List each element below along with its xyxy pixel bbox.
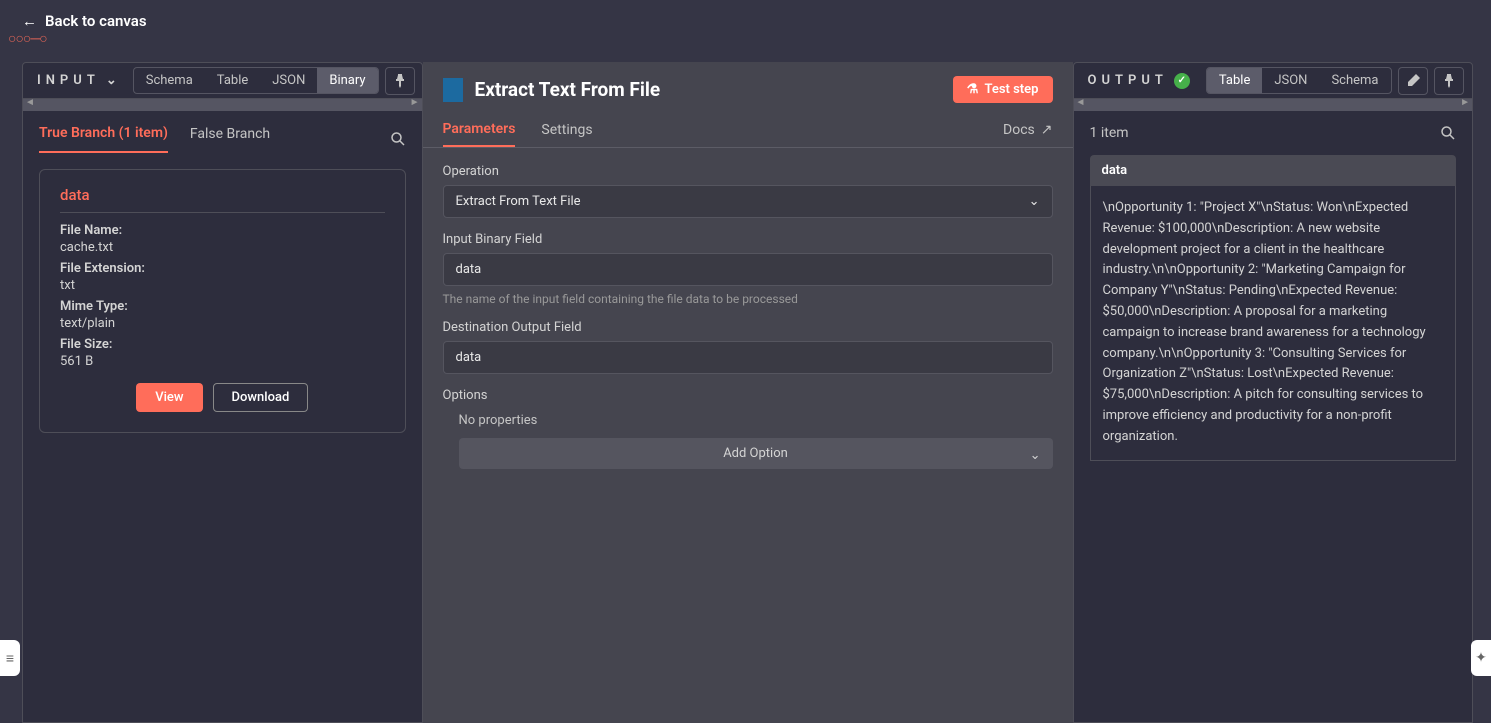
input-binary-field[interactable] xyxy=(443,253,1053,286)
input-binary-hint: The name of the input field containing t… xyxy=(443,292,1053,306)
edit-button[interactable] xyxy=(1398,67,1428,95)
test-step-button[interactable]: ⚗ Test step xyxy=(953,76,1053,103)
view-button[interactable]: View xyxy=(136,383,202,412)
operation-select[interactable]: Extract From Text File ⌄ xyxy=(443,185,1053,218)
false-branch-tab[interactable]: False Branch xyxy=(190,126,270,152)
tab-json[interactable]: JSON xyxy=(260,68,317,93)
no-properties-text: No properties xyxy=(459,413,1053,428)
output-label: OUTPUT ✓ xyxy=(1078,73,1200,89)
external-link-icon: ↗ xyxy=(1041,122,1053,138)
file-icon xyxy=(443,78,463,102)
tab-json-out[interactable]: JSON xyxy=(1262,68,1319,93)
chevron-down-icon: ⌄ xyxy=(1030,448,1041,463)
flask-icon: ⚗ xyxy=(967,82,979,97)
input-panel: INPUT ⌄ Schema Table JSON Binary True Br… xyxy=(22,62,423,723)
output-view-tabs: Table JSON Schema xyxy=(1206,67,1392,94)
chevron-down-icon: ⌄ xyxy=(1029,194,1040,209)
options-label: Options xyxy=(443,388,1053,403)
operation-label: Operation xyxy=(443,164,1053,179)
pin-icon xyxy=(394,74,406,88)
check-circle-icon: ✓ xyxy=(1174,73,1190,89)
right-drawer-toggle[interactable]: ✦ xyxy=(1471,640,1491,676)
add-option-button[interactable]: Add Option ⌄ xyxy=(459,438,1053,469)
tab-binary[interactable]: Binary xyxy=(317,68,377,93)
horizontal-scrollbar[interactable] xyxy=(23,99,422,111)
input-binary-label: Input Binary Field xyxy=(443,232,1053,247)
settings-tab[interactable]: Settings xyxy=(541,114,592,146)
input-view-tabs: Schema Table JSON Binary xyxy=(133,67,379,94)
app-logo-icon: ○○○─○ xyxy=(8,30,47,47)
output-value-cell[interactable]: \nOpportunity 1: "Project X"\nStatus: Wo… xyxy=(1090,186,1457,461)
node-title: Extract Text From File xyxy=(475,78,953,101)
horizontal-scrollbar[interactable] xyxy=(1074,99,1473,111)
back-to-canvas-link[interactable]: ← Back to canvas xyxy=(22,12,147,30)
chevron-down-icon: ⌄ xyxy=(106,73,117,88)
node-config-panel: Extract Text From File ⚗ Test step Param… xyxy=(423,62,1073,723)
pin-icon xyxy=(1443,74,1455,88)
input-label[interactable]: INPUT ⌄ xyxy=(27,73,127,88)
tab-schema-out[interactable]: Schema xyxy=(1319,68,1390,93)
output-panel: OUTPUT ✓ Table JSON Schema 1 item data \… xyxy=(1073,62,1474,723)
arrow-left-icon: ← xyxy=(22,12,37,30)
output-count: 1 item xyxy=(1090,125,1441,141)
tab-table-out[interactable]: Table xyxy=(1207,68,1262,93)
true-branch-tab[interactable]: True Branch (1 item) xyxy=(39,125,168,153)
docs-link[interactable]: Docs ↗ xyxy=(1003,122,1052,138)
search-icon xyxy=(1440,125,1456,141)
download-button[interactable]: Download xyxy=(213,383,309,412)
left-drawer-toggle[interactable]: ≡ xyxy=(0,640,20,676)
data-title: data xyxy=(60,186,385,213)
output-key-header[interactable]: data xyxy=(1090,155,1457,186)
tab-schema[interactable]: Schema xyxy=(134,68,205,93)
binary-data-card: data File Name: cache.txt File Extension… xyxy=(39,169,406,433)
search-icon xyxy=(390,131,406,147)
search-output-button[interactable] xyxy=(1440,125,1456,141)
search-button[interactable] xyxy=(390,131,406,147)
tab-table[interactable]: Table xyxy=(205,68,260,93)
back-label: Back to canvas xyxy=(45,12,147,30)
pencil-icon xyxy=(1406,74,1420,88)
pin-button[interactable] xyxy=(385,67,415,95)
destination-field[interactable] xyxy=(443,341,1053,374)
parameters-tab[interactable]: Parameters xyxy=(443,113,516,147)
destination-label: Destination Output Field xyxy=(443,320,1053,335)
pin-output-button[interactable] xyxy=(1434,67,1464,95)
